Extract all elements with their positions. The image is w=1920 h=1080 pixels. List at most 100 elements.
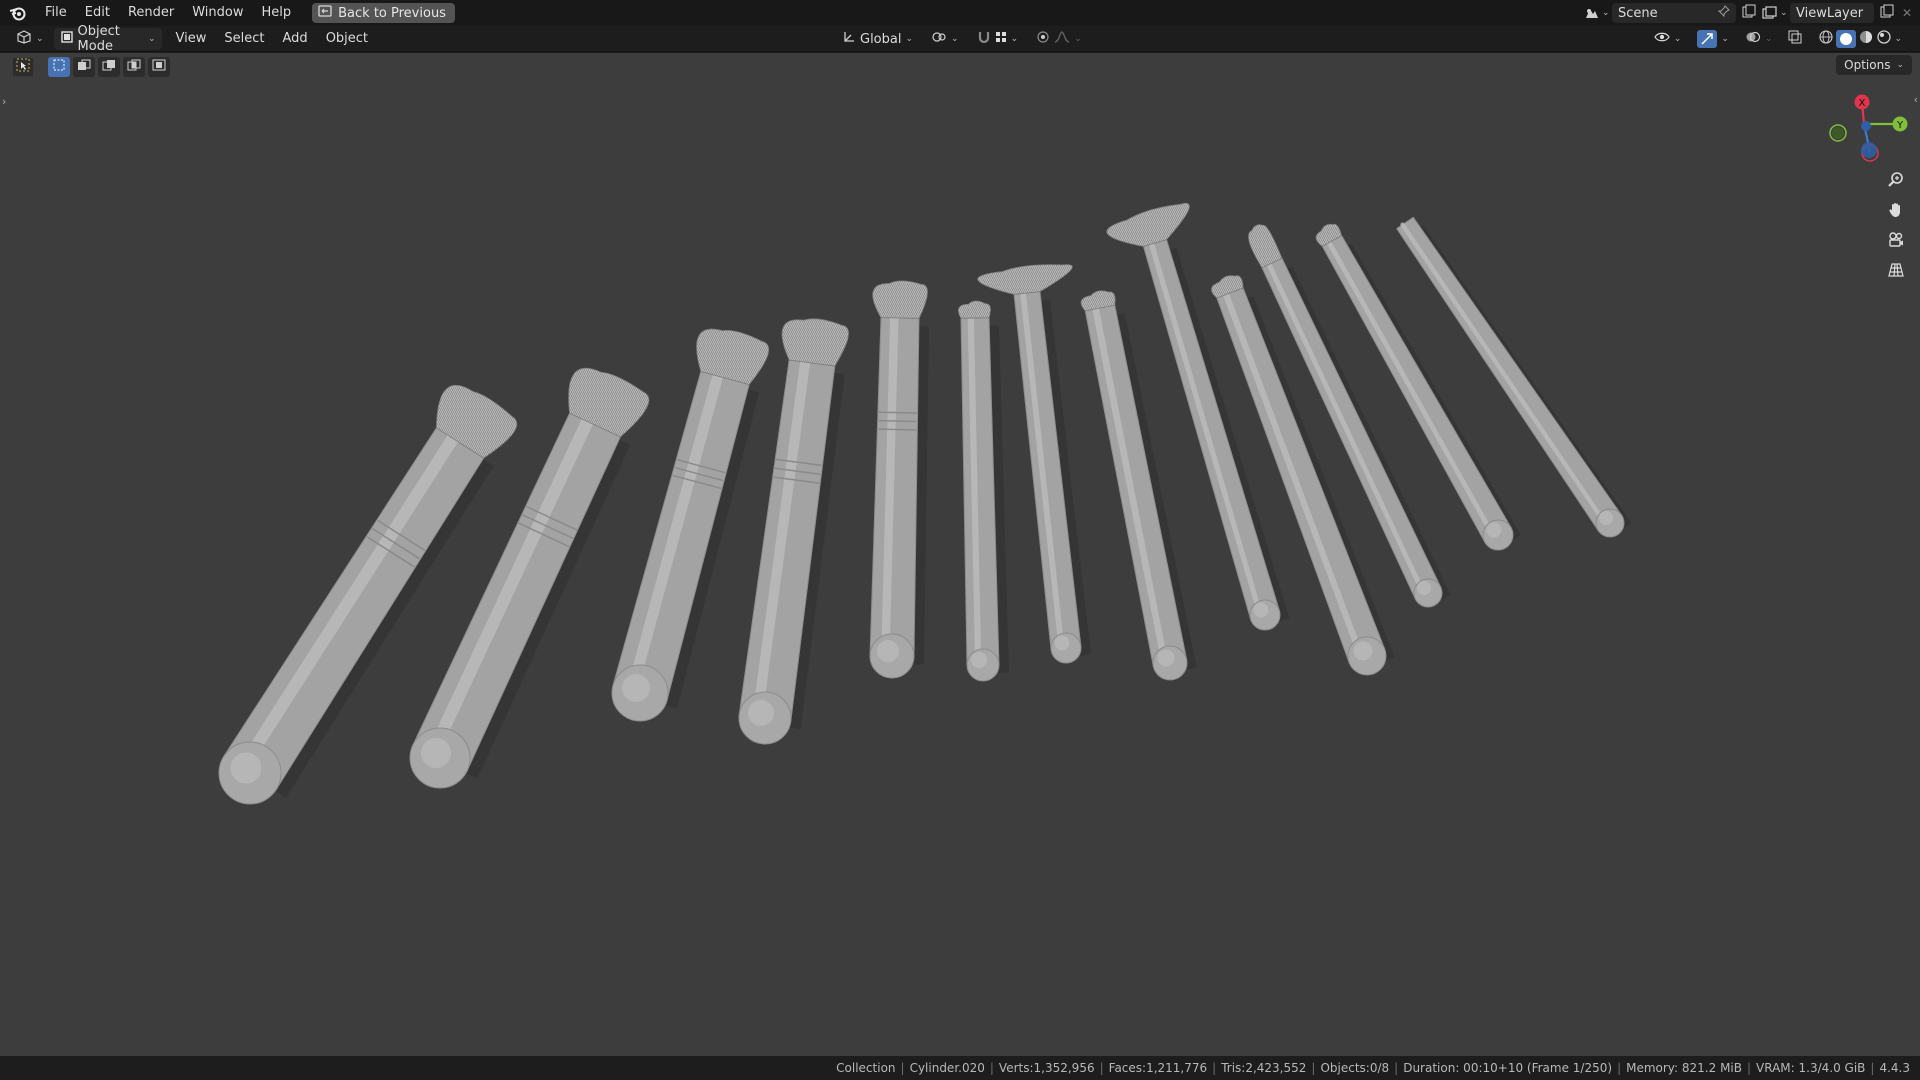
select-invert-icon [127, 59, 141, 75]
brush-4[interactable] [738, 318, 849, 745]
viewlayer-selector[interactable]: ⌄ ViewLayer ✕ [1762, 3, 1912, 23]
gizmo-z-negative-icon[interactable] [1861, 142, 1877, 158]
editor-type-selector[interactable]: ⌄ [10, 28, 50, 50]
menu-file[interactable]: File [36, 0, 76, 26]
screen-back-icon [318, 5, 332, 21]
new-scene-icon[interactable] [1742, 4, 1756, 22]
hand-icon [1887, 201, 1905, 223]
options-dropdown[interactable]: Options ⌄ [1836, 55, 1912, 75]
scene-icon: ⌄ [1584, 6, 1612, 20]
select-mode-new-button[interactable] [48, 57, 70, 77]
status-objects: Objects:0/8 [1320, 1061, 1390, 1075]
top-bar: File Edit Render Window Help Back to Pre… [0, 0, 1920, 26]
xray-toggle[interactable] [1782, 28, 1808, 50]
pin-icon[interactable] [1717, 5, 1730, 21]
blender-logo-icon[interactable] [0, 0, 36, 26]
gizmo-icon [1697, 30, 1718, 48]
tool-settings [12, 55, 170, 79]
select-mode-invert-button[interactable] [123, 57, 145, 77]
status-version: 4.4.3 [1879, 1061, 1910, 1075]
menu-add[interactable]: Add [277, 28, 314, 50]
status-active-object: Cylinder.020 [909, 1061, 985, 1075]
rendered-shading-icon[interactable] [1876, 29, 1892, 49]
status-memory: Memory: 821.2 MiB [1626, 1061, 1742, 1075]
select-subtract-icon [102, 59, 116, 75]
orientation-axes-icon [842, 30, 856, 48]
select-new-icon [53, 59, 65, 75]
toolbar-expand-icon[interactable]: › [2, 95, 6, 108]
brush-scene[interactable] [0, 53, 1920, 1056]
object-mode-label: Object Mode [77, 23, 120, 54]
xray-icon [1788, 30, 1802, 48]
proportional-editing-toggle[interactable]: ⌄ [1030, 28, 1088, 50]
object-mode-icon [60, 30, 74, 48]
pivot-point-icon [931, 30, 947, 48]
select-extend-icon [77, 59, 91, 75]
viewlayer-name-field[interactable]: ViewLayer [1790, 3, 1874, 23]
solid-shading-icon[interactable] [1836, 30, 1857, 48]
gizmo-y-label: Y [1896, 120, 1904, 131]
select-mode-subtract-button[interactable] [98, 57, 120, 77]
menu-window[interactable]: Window [183, 0, 252, 26]
select-intersect-icon [152, 59, 166, 75]
status-bar: Collection | Cylinder.020 | Verts:1,352,95… [0, 1056, 1920, 1080]
gizmo-x-label: X [1859, 98, 1866, 109]
status-faces: Faces:1,211,776 [1108, 1061, 1208, 1075]
object-mode-dropdown[interactable]: Object Mode ⌄ [53, 24, 162, 54]
back-to-previous-button[interactable]: Back to Previous [312, 3, 455, 23]
menu-help[interactable]: Help [253, 0, 301, 26]
menu-object[interactable]: Object [320, 28, 374, 50]
select-mode-extend-button[interactable] [73, 57, 95, 77]
options-label: Options [1844, 58, 1891, 72]
zoom-view-button[interactable] [1882, 169, 1910, 195]
perspective-toggle-button[interactable] [1882, 259, 1910, 285]
gizmo-toggle[interactable]: ⌄ [1691, 28, 1735, 50]
snap-toggle[interactable]: ⌄ [971, 28, 1025, 50]
status-vram: VRAM: 1.3/4.0 GiB [1756, 1061, 1866, 1075]
magnet-icon [977, 30, 991, 48]
viewlayer-icon: ⌄ [1762, 6, 1790, 20]
select-mode-intersect-button[interactable] [148, 57, 170, 77]
transform-orientation-dropdown[interactable]: Global ⌄ [836, 28, 919, 50]
brush-5[interactable] [869, 280, 929, 679]
brush-13[interactable] [1396, 216, 1632, 539]
menu-render[interactable]: Render [119, 0, 183, 26]
camera-icon [1887, 231, 1905, 253]
wireframe-shading-icon[interactable] [1818, 29, 1834, 49]
scene-name-field[interactable]: Scene [1612, 3, 1736, 23]
makeup-brush-set[interactable] [218, 202, 1632, 805]
camera-view-button[interactable] [1882, 229, 1910, 255]
overlays-icon [1745, 30, 1761, 48]
scene-selector[interactable]: ⌄ Scene ✕ [1584, 3, 1774, 23]
status-collection: Collection [836, 1061, 896, 1075]
select-tool-button[interactable] [12, 57, 34, 77]
zoom-magnifier-icon [1887, 171, 1905, 193]
status-tris: Tris:2,423,552 [1221, 1061, 1307, 1075]
viewport-header: ⌄ Object Mode ⌄ View Select Add Object G… [0, 24, 1920, 54]
falloff-curve-icon [1054, 31, 1070, 47]
perspective-grid-icon [1887, 261, 1905, 283]
snap-grid-icon [995, 31, 1007, 47]
sidebar-expand-icon[interactable]: ‹ [1914, 93, 1918, 106]
visibility-dropdown[interactable]: ⌄ [1648, 28, 1688, 50]
menu-edit[interactable]: Edit [76, 0, 119, 26]
select-box-cursor-icon [16, 58, 30, 76]
transform-orientation-label: Global [860, 31, 902, 47]
shading-mode-group: ⌄ [1812, 28, 1908, 50]
delete-viewlayer-icon[interactable]: ✕ [1902, 6, 1912, 20]
3d-viewport[interactable]: Options ⌄ › ‹ X Y [0, 53, 1920, 1056]
overlays-toggle[interactable]: ⌄ [1739, 28, 1779, 50]
status-verts: Verts:1,352,956 [998, 1061, 1095, 1075]
new-viewlayer-icon[interactable] [1880, 4, 1894, 22]
gizmo-z-positive-icon[interactable] [1861, 121, 1871, 131]
material-preview-shading-icon[interactable] [1858, 29, 1874, 49]
back-to-previous-label: Back to Previous [338, 5, 446, 21]
pan-view-button[interactable] [1882, 199, 1910, 225]
status-duration: Duration: 00:10+10 (Frame 1/250) [1403, 1061, 1613, 1075]
proportional-editing-icon [1036, 30, 1050, 48]
pivot-point-dropdown[interactable]: ⌄ [925, 28, 965, 50]
menu-select[interactable]: Select [218, 28, 270, 50]
eye-icon [1654, 31, 1670, 47]
brush-6[interactable] [957, 300, 1009, 682]
menu-view[interactable]: View [170, 28, 213, 50]
